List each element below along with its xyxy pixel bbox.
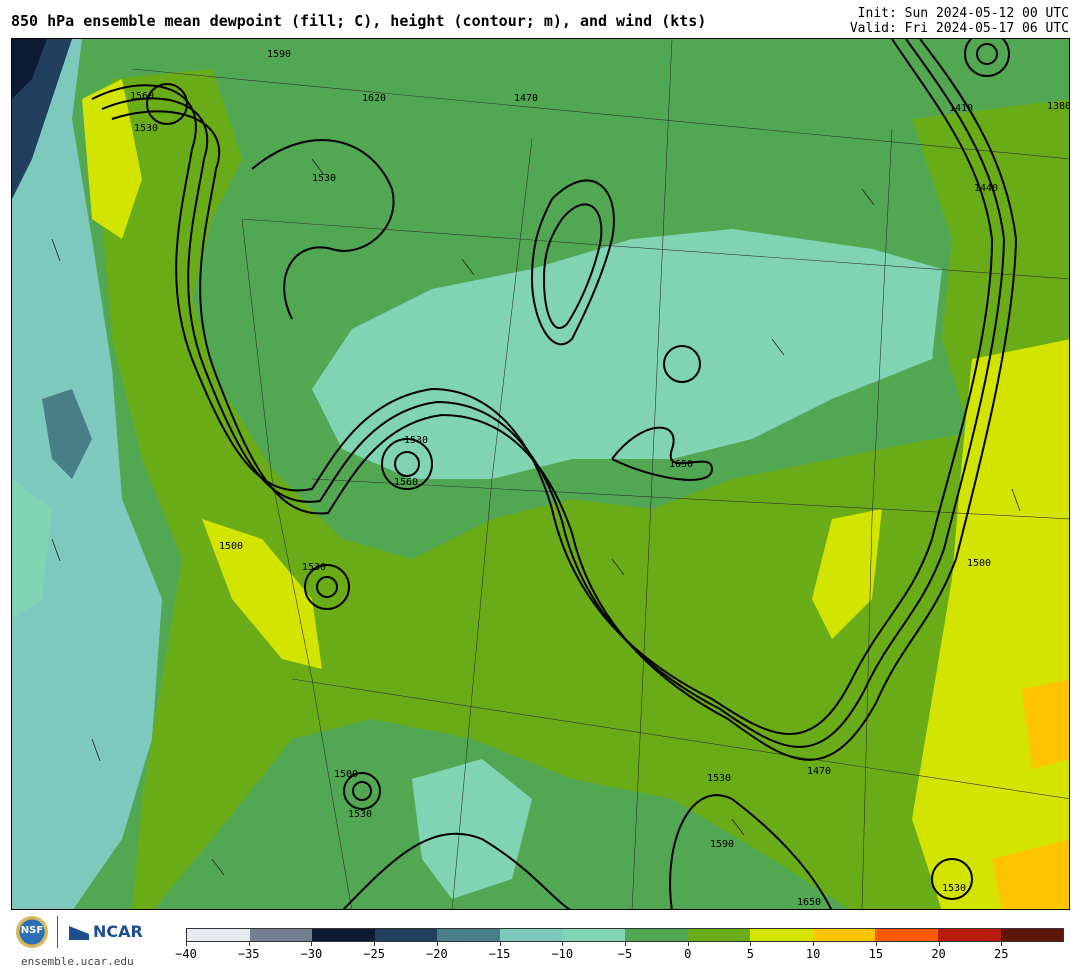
dewpoint-map: 1560 1530 1590 1620 1470 1530 1530 1560 … bbox=[12, 39, 1070, 909]
chart-title: 850 hPa ensemble mean dewpoint (fill; C)… bbox=[11, 12, 707, 30]
colorbar bbox=[186, 928, 1064, 942]
colorbar-tick-label: −15 bbox=[488, 947, 511, 961]
colorbar-segment bbox=[937, 929, 1001, 941]
contour-label: 1590 bbox=[710, 839, 734, 850]
colorbar-segment bbox=[562, 929, 626, 941]
colorbar-segment bbox=[750, 929, 813, 941]
logo-separator bbox=[57, 916, 58, 948]
site-url: ensemble.ucar.edu bbox=[21, 955, 134, 968]
colorbar-tick bbox=[562, 942, 564, 946]
colorbar-segment bbox=[249, 929, 313, 941]
contour-label: 1500 bbox=[334, 769, 358, 780]
colorbar-tick-label: 10 bbox=[805, 947, 821, 961]
colorbar-segment bbox=[312, 929, 375, 941]
contour-label: 1410 bbox=[949, 103, 973, 114]
colorbar-tick-label: −10 bbox=[551, 947, 574, 961]
map-panel: 1560 1530 1590 1620 1470 1530 1530 1560 … bbox=[11, 38, 1070, 910]
contour-label: 1500 bbox=[967, 558, 991, 569]
colorbar-tick-label: −40 bbox=[175, 947, 197, 961]
colorbar-segment bbox=[187, 929, 250, 941]
colorbar-tick bbox=[436, 942, 438, 946]
contour-label: 1470 bbox=[514, 93, 538, 104]
colorbar-tick bbox=[248, 942, 250, 946]
colorbar-tick-label: −30 bbox=[300, 947, 323, 961]
contour-label: 1530 bbox=[134, 123, 158, 134]
colorbar-tick bbox=[625, 942, 626, 946]
colorbar-tick-label: 25 bbox=[994, 947, 1009, 961]
contour-label: 1530 bbox=[707, 773, 731, 784]
colorbar-tick bbox=[750, 942, 752, 946]
colorbar-segment bbox=[437, 929, 500, 941]
contour-label: 1560 bbox=[394, 477, 418, 488]
colorbar-tick bbox=[687, 942, 689, 946]
colorbar-segment bbox=[374, 929, 438, 941]
contour-label: 1590 bbox=[267, 49, 291, 60]
colorbar-tick bbox=[813, 942, 815, 946]
ncar-logo-text: NCAR bbox=[93, 922, 143, 941]
colorbar-segment bbox=[499, 929, 563, 941]
colorbar-tick bbox=[875, 942, 877, 946]
colorbar-tick-label: 5 bbox=[746, 947, 755, 961]
colorbar-ticks: −40 −35 −30 −25 −20 −15 −10 −5 0 5 10 15 20 25 bbox=[175, 942, 1064, 968]
colorbar-tick bbox=[374, 942, 376, 946]
colorbar-segment bbox=[875, 929, 938, 941]
colorbar-tick bbox=[938, 942, 940, 946]
colorbar-segment bbox=[687, 929, 751, 941]
colorbar-tick bbox=[499, 942, 501, 946]
colorbar-tick-label: 20 bbox=[931, 947, 946, 961]
run-times: Init: Sun 2024-05-12 00 UTC Valid: Fri 2… bbox=[850, 6, 1069, 36]
contour-label: 1650 bbox=[797, 897, 821, 908]
colorbar-tick-label: 15 bbox=[868, 947, 884, 961]
colorbar-tick bbox=[186, 942, 187, 946]
nsf-logo-text: NSF bbox=[20, 925, 44, 936]
colorbar-tick-label: 0 bbox=[684, 947, 692, 961]
ncar-mark-icon bbox=[69, 926, 89, 940]
contour-label: 1500 bbox=[219, 541, 243, 552]
contour-label: 1530 bbox=[302, 562, 326, 573]
contour-label: 1530 bbox=[404, 435, 428, 446]
contour-label: 1470 bbox=[807, 766, 831, 777]
contour-label: 1620 bbox=[362, 93, 386, 104]
colorbar-tick-label: −5 bbox=[617, 947, 633, 961]
colorbar-tick-label: −35 bbox=[237, 947, 260, 961]
contour-label: 1530 bbox=[942, 883, 966, 894]
contour-label: 1440 bbox=[974, 183, 998, 194]
colorbar-tick bbox=[311, 942, 313, 946]
init-time: Init: Sun 2024-05-12 00 UTC bbox=[857, 6, 1069, 21]
colorbar-segment bbox=[625, 929, 688, 941]
logos: NSF NCAR ensemble.ucar.edu bbox=[14, 914, 149, 970]
colorbar-tick bbox=[1001, 942, 1003, 946]
contour-label: 1530 bbox=[348, 809, 372, 820]
contour-label: 1530 bbox=[312, 173, 336, 184]
valid-time: Valid: Fri 2024-05-17 06 UTC bbox=[849, 21, 1069, 36]
colorbar-tick-label: −25 bbox=[363, 947, 385, 961]
colorbar-segment bbox=[1000, 929, 1064, 941]
contour-label: 1560 bbox=[130, 91, 154, 102]
nsf-logo: NSF bbox=[16, 916, 48, 948]
contour-label: 1650 bbox=[669, 459, 693, 470]
colorbar-tick-label: −20 bbox=[426, 947, 448, 961]
colorbar-segment bbox=[812, 929, 876, 941]
contour-label: 1380 bbox=[1047, 101, 1070, 112]
